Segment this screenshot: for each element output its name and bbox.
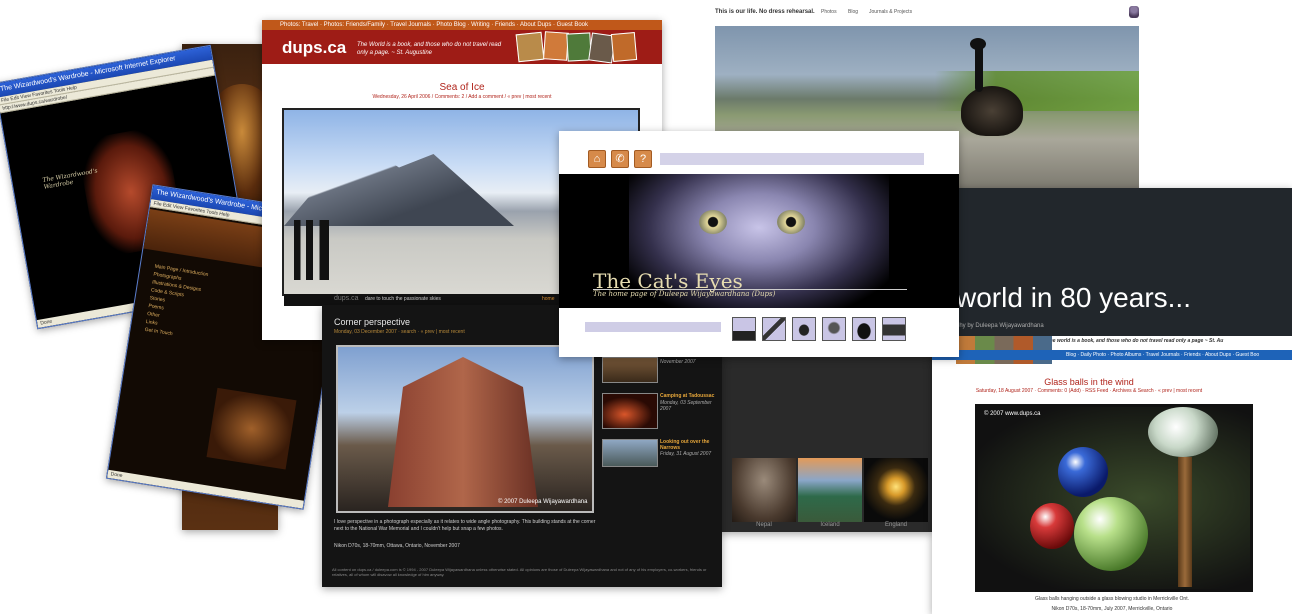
site-tagline: This is our life. No dress rehearsal. <box>715 9 815 15</box>
home-icon[interactable]: ⌂ <box>588 150 606 168</box>
gallery-caption: England <box>884 522 908 528</box>
status-bar <box>585 322 721 332</box>
footer-text: All content on dups.ca / duleepa.com is … <box>332 567 707 577</box>
header-thumbnail <box>610 32 638 62</box>
site-quote: the world is a book, and those who do no… <box>1048 338 1224 344</box>
site-tagline: The World is a book, and those who do no… <box>357 42 502 56</box>
sidebar-date: Friday, 31 August 2007 <box>660 451 712 457</box>
silhouette-icon[interactable] <box>852 317 876 341</box>
site-byline: phy by Duleepa Wijayawardhana <box>956 323 1044 329</box>
cats-eyes-screenshot: ⌂ ✆ ? The Cat's Eyes The home page of Du… <box>559 131 959 357</box>
metal-rod <box>1178 457 1192 587</box>
portrait-icon[interactable] <box>822 317 846 341</box>
post-title: Glass balls in the wind <box>1044 377 1134 387</box>
sidebar-thumb[interactable] <box>602 439 658 467</box>
gallery-caption: Nepal <box>756 522 772 528</box>
glass-ball-blue <box>1058 447 1108 497</box>
goose-head <box>970 38 986 50</box>
site-headline: world in 80 years... <box>956 282 1191 313</box>
sidebar-date: November 2007 <box>660 359 696 365</box>
glass-ball-clear <box>1148 407 1218 457</box>
header-thumbnail <box>543 31 569 61</box>
glass-balls-photo: © 2007 www.dups.ca <box>975 404 1253 592</box>
gallery-thumb-england[interactable] <box>864 458 928 522</box>
site-logo[interactable]: dups.ca <box>282 38 346 58</box>
nav-journals[interactable]: Journals & Projects <box>869 9 912 15</box>
sidebar-title[interactable]: Looking out over the Narrows <box>660 439 718 451</box>
mountain-shape <box>284 145 514 226</box>
post-meta[interactable]: Monday, 03 December 2007 · search · « pr… <box>334 329 465 335</box>
sailboat-icon[interactable] <box>762 317 786 341</box>
post-body: I love perspective in a photograph espec… <box>334 519 596 532</box>
bird-icon[interactable] <box>792 317 816 341</box>
nav-blog[interactable]: Blog <box>848 9 858 15</box>
post-meta[interactable]: Wednesday, 26 April 2006 / Comments: 2 /… <box>262 94 662 100</box>
post-title: Corner perspective <box>334 317 411 327</box>
post-title: Sea of Ice <box>439 82 485 93</box>
building-photo: © 2007 Duleepa Wijayawardhana <box>336 345 594 513</box>
phone-icon[interactable]: ✆ <box>611 150 629 168</box>
people-silhouettes <box>294 220 374 280</box>
glass-ball-green <box>1074 497 1148 571</box>
boat-icon[interactable] <box>732 317 756 341</box>
photo-caption: Glass balls hanging outside a glass blow… <box>1035 596 1189 602</box>
photo-watermark: © 2007 www.dups.ca <box>984 411 1041 417</box>
gallery-thumb-iceland[interactable] <box>798 458 862 522</box>
home-link[interactable]: home <box>542 296 555 302</box>
avatar[interactable] <box>1129 6 1139 18</box>
help-icon[interactable]: ? <box>634 150 652 168</box>
glass-ball-red <box>1030 503 1074 549</box>
wardrobe-menu: Main Page / Introduction Photographs Ill… <box>144 263 224 345</box>
photo-watermark: © 2007 Duleepa Wijayawardhana <box>498 499 588 505</box>
sidebar-title[interactable]: Camping at Tadoussac <box>660 393 718 399</box>
nav-photos[interactable]: Photos <box>821 9 837 15</box>
top-nav[interactable]: Photos: Travel · Photos: Friends/Family … <box>262 20 662 30</box>
goose-body <box>961 86 1023 136</box>
sidebar-thumb[interactable] <box>602 357 658 383</box>
caption-brand: dups.ca <box>334 295 359 302</box>
gallery-caption: Iceland <box>820 522 840 528</box>
header-thumbnail <box>515 31 545 63</box>
church-icon[interactable] <box>882 317 906 341</box>
search-bar[interactable] <box>660 153 924 165</box>
caption-text: dare to touch the passionate skies <box>365 296 441 302</box>
sidebar-date: Monday, 03 September 2007 <box>660 400 712 412</box>
sidebar-thumb[interactable] <box>602 393 658 429</box>
wizard-portrait-image <box>206 387 297 470</box>
building-shape <box>388 357 538 507</box>
post-meta[interactable]: Saturday, 18 August 2007 · Comments: 0 (… <box>932 388 1246 394</box>
post-camera: Nikon D70s, 18-70mm, Ottawa, Ontario, No… <box>334 543 460 549</box>
photo-camera: Nikon D70s, 18-70mm, July 2007, Merrickv… <box>1051 606 1173 612</box>
site-subtitle: The home page of Duleepa Wijayawardhana … <box>593 290 776 298</box>
gallery-thumb-nepal[interactable] <box>732 458 796 522</box>
blue-nav-bar[interactable]: Blog · Daily Photo · Photo Albums · Trav… <box>932 350 1292 360</box>
gallery-screenshot: Nepal Iceland England <box>720 350 932 532</box>
glass-balls-screenshot: world in 80 years... phy by Duleepa Wija… <box>932 188 1292 614</box>
cat-eye-left <box>699 210 727 234</box>
site-header: dups.ca The World is a book, and those w… <box>262 30 662 64</box>
cat-eye-right <box>777 210 805 234</box>
